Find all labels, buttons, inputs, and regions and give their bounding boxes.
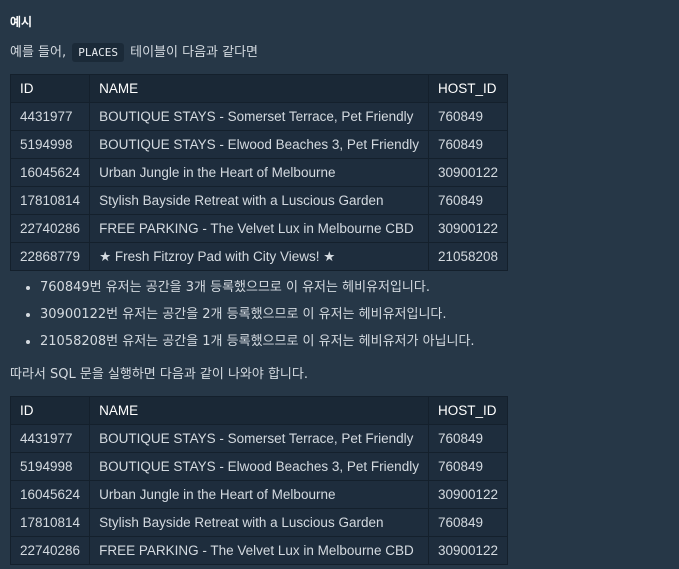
table-header-row: ID NAME HOST_ID [9,74,509,103]
table-row: 22868779 ★ Fresh Fitzroy Pad with City V… [9,242,509,271]
cell-name: FREE PARKING - The Velvet Lux in Melbour… [89,536,429,565]
cell-id: 5194998 [9,130,91,159]
example-heading: 예시 [10,15,33,29]
cell-name: BOUTIQUE STAYS - Elwood Beaches 3, Pet F… [89,452,429,481]
cell-name: BOUTIQUE STAYS - Somerset Terrace, Pet F… [89,424,429,453]
intro-after: 테이블이 다음과 같다면 [130,45,259,60]
conclusion-text: 따라서 SQL 문을 실행하면 다음과 같이 나와야 합니다. [10,367,308,382]
table-row: 5194998 BOUTIQUE STAYS - Elwood Beaches … [9,130,509,159]
list-item: 21058208번 유저는 공간을 1개 등록했으므로 이 유저는 헤비유저가 … [40,332,475,359]
column-header-id: ID [9,396,91,425]
cell-id: 22740286 [9,214,91,243]
cell-id: 16045624 [9,158,91,187]
column-header-host-id: HOST_ID [427,396,509,425]
cell-name: Stylish Bayside Retreat with a Luscious … [89,186,429,215]
column-header-host-id: HOST_ID [427,74,509,103]
cell-id: 5194998 [9,452,91,481]
table-row: 17810814 Stylish Bayside Retreat with a … [9,186,509,215]
cell-host-id: 30900122 [427,158,509,187]
table-row: 4431977 BOUTIQUE STAYS - Somerset Terrac… [9,424,509,453]
explanation-list: 760849번 유저는 공간을 3개 등록했으므로 이 유저는 헤비유저입니다.… [20,278,475,359]
table-row: 17810814 Stylish Bayside Retreat with a … [9,508,509,537]
cell-name: BOUTIQUE STAYS - Somerset Terrace, Pet F… [89,102,429,131]
cell-host-id: 760849 [427,102,509,131]
table-row: 4431977 BOUTIQUE STAYS - Somerset Terrac… [9,102,509,131]
cell-host-id: 760849 [427,452,509,481]
cell-id: 22740286 [9,536,91,565]
cell-name: FREE PARKING - The Velvet Lux in Melbour… [89,214,429,243]
table-row: 16045624 Urban Jungle in the Heart of Me… [9,158,509,187]
cell-host-id: 760849 [427,424,509,453]
intro-text: 예를 들어, PLACES 테이블이 다음과 같다면 [10,43,258,63]
cell-id: 17810814 [9,186,91,215]
cell-name: ★ Fresh Fitzroy Pad with City Views! ★ [89,242,429,271]
cell-name: Stylish Bayside Retreat with a Luscious … [89,508,429,537]
table-name-code: PLACES [72,43,124,62]
cell-host-id: 30900122 [427,214,509,243]
result-table: ID NAME HOST_ID 4431977 BOUTIQUE STAYS -… [9,396,509,565]
cell-id: 17810814 [9,508,91,537]
list-item: 30900122번 유저는 공간을 2개 등록했으므로 이 유저는 헤비유저입니… [40,305,475,332]
list-item: 760849번 유저는 공간을 3개 등록했으므로 이 유저는 헤비유저입니다. [40,278,475,305]
cell-id: 16045624 [9,480,91,509]
cell-host-id: 21058208 [427,242,509,271]
cell-host-id: 760849 [427,508,509,537]
intro-before: 예를 들어, [10,45,67,60]
column-header-name: NAME [89,396,429,425]
cell-id: 22868779 [9,242,91,271]
table-row: 5194998 BOUTIQUE STAYS - Elwood Beaches … [9,452,509,481]
cell-id: 4431977 [9,102,91,131]
table-header-row: ID NAME HOST_ID [9,396,509,425]
cell-host-id: 760849 [427,130,509,159]
column-header-name: NAME [89,74,429,103]
places-table: ID NAME HOST_ID 4431977 BOUTIQUE STAYS -… [9,74,509,271]
cell-name: BOUTIQUE STAYS - Elwood Beaches 3, Pet F… [89,130,429,159]
cell-name: Urban Jungle in the Heart of Melbourne [89,158,429,187]
cell-host-id: 760849 [427,186,509,215]
cell-id: 4431977 [9,424,91,453]
table-row: 22740286 FREE PARKING - The Velvet Lux i… [9,214,509,243]
table-row: 16045624 Urban Jungle in the Heart of Me… [9,480,509,509]
table-row: 22740286 FREE PARKING - The Velvet Lux i… [9,536,509,565]
cell-name: Urban Jungle in the Heart of Melbourne [89,480,429,509]
cell-host-id: 30900122 [427,480,509,509]
column-header-id: ID [9,74,91,103]
cell-host-id: 30900122 [427,536,509,565]
